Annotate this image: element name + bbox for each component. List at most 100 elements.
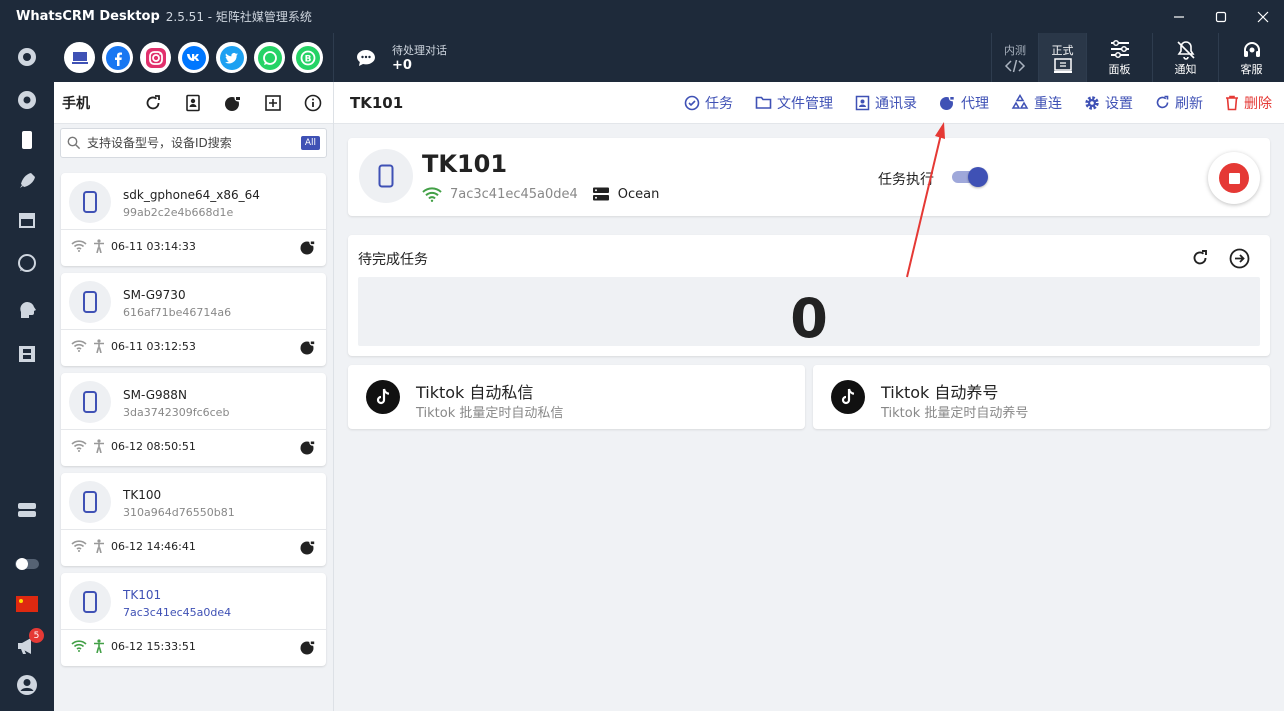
- env-test-button[interactable]: 内测: [991, 33, 1038, 82]
- device-search[interactable]: All: [60, 128, 327, 158]
- settings-label: 设置: [1105, 95, 1133, 112]
- megaphone-icon[interactable]: 5: [12, 628, 44, 661]
- task-tile-nurture[interactable]: Tiktok 自动养号 Tiktok 批量定时自动养号: [813, 365, 1270, 429]
- search-filter-badge[interactable]: All: [300, 136, 320, 150]
- panel-button[interactable]: 面板: [1086, 33, 1152, 82]
- accessibility-icon: [94, 539, 104, 553]
- device-name: TK101: [123, 588, 162, 602]
- device-proxy-icon[interactable]: [300, 639, 316, 655]
- task-button[interactable]: 任务: [684, 93, 733, 113]
- device-search-input[interactable]: [87, 136, 301, 150]
- close-button[interactable]: [1242, 0, 1284, 33]
- check-circle-icon: [684, 95, 700, 110]
- chrome-icon[interactable]: [12, 85, 42, 115]
- refresh-button[interactable]: 刷新: [1155, 93, 1203, 113]
- env-prod-label: 正式: [1051, 43, 1074, 57]
- task-tile-dm[interactable]: Tiktok 自动私信 Tiktok 批量定时自动私信: [348, 365, 805, 429]
- pending-conversations[interactable]: 待处理对话 +0: [354, 33, 447, 82]
- smartphone-icon: [83, 191, 97, 213]
- bell-off-icon: [1176, 40, 1195, 60]
- settings-button[interactable]: 设置: [1084, 93, 1133, 113]
- desktop-icon[interactable]: [64, 42, 95, 73]
- refresh-label: 刷新: [1175, 95, 1203, 112]
- accessibility-online-icon: [94, 639, 104, 653]
- store-icon[interactable]: [12, 205, 42, 235]
- file-manager-button[interactable]: 文件管理: [755, 93, 833, 113]
- task-name: Tiktok 自动养号: [881, 383, 999, 402]
- smartphone-icon: [83, 491, 97, 513]
- device-toolbar-title: TK101: [350, 93, 404, 112]
- stop-button[interactable]: [1208, 152, 1260, 204]
- brain-icon[interactable]: [12, 295, 42, 325]
- env-prod-button[interactable]: 正式: [1038, 33, 1086, 82]
- proxy-globe-icon[interactable]: [213, 94, 253, 112]
- device-last-seen: 06-11 03:14:33: [111, 239, 196, 253]
- vk-icon[interactable]: [178, 42, 209, 73]
- wifi-online-icon: [71, 640, 87, 652]
- device-proxy-icon[interactable]: [300, 239, 316, 255]
- device-card-selected[interactable]: TK101 7ac3c41ec45a0de4 06-12 15:33:51: [61, 573, 326, 666]
- whatsapp-icon[interactable]: [254, 42, 285, 73]
- whatsapp-rail-icon[interactable]: [12, 248, 42, 278]
- info-icon[interactable]: [293, 94, 333, 112]
- maximize-button[interactable]: [1200, 0, 1242, 33]
- delete-button[interactable]: 删除: [1225, 93, 1272, 113]
- sliders-icon: [1110, 39, 1129, 58]
- panel-label: 面板: [1108, 62, 1131, 76]
- film-icon[interactable]: [12, 339, 42, 369]
- refresh-icon[interactable]: [133, 94, 173, 112]
- device-last-seen: 06-12 14:46:41: [111, 539, 196, 553]
- reconnect-button[interactable]: 重连: [1011, 93, 1062, 113]
- device-avatar: [69, 281, 111, 323]
- china-flag-icon[interactable]: [12, 589, 42, 619]
- wifi-icon: [71, 340, 87, 352]
- instagram-icon[interactable]: [140, 42, 171, 73]
- rocket-icon[interactable]: [12, 166, 42, 196]
- service-button[interactable]: 客服: [1218, 33, 1284, 82]
- contacts-button[interactable]: 通讯录: [855, 93, 917, 113]
- phone-icon[interactable]: [12, 125, 42, 155]
- pending-tasks-count: 0: [790, 287, 828, 350]
- device-info-server: Ocean: [617, 186, 660, 202]
- device-proxy-icon[interactable]: [300, 339, 316, 355]
- minimize-button[interactable]: [1158, 0, 1200, 33]
- headset-icon: [1243, 41, 1260, 57]
- pending-tasks-refresh-icon[interactable]: [1191, 249, 1209, 271]
- facebook-icon[interactable]: [102, 42, 133, 73]
- main-content: TK101 任务 文件管理 通讯录 代理 重连 设置 刷新 删除 TK101 7…: [334, 82, 1284, 711]
- annotation-arrow: [906, 122, 945, 278]
- device-info-name: TK101: [422, 150, 508, 178]
- folder-icon: [755, 96, 772, 109]
- device-proxy-icon[interactable]: [300, 539, 316, 555]
- device-card[interactable]: sdk_gphone64_x86_64 99ab2c2e4b668d1e 06-…: [61, 173, 326, 266]
- recycle-icon: [1011, 94, 1029, 109]
- account-icon[interactable]: [12, 670, 42, 700]
- refresh-icon: [1156, 95, 1169, 109]
- notify-button[interactable]: 通知: [1152, 33, 1218, 82]
- server-icon[interactable]: [12, 495, 42, 525]
- device-avatar: [69, 581, 111, 623]
- device-card[interactable]: TK100 310a964d76550b81 06-12 14:46:41: [61, 473, 326, 566]
- twitter-icon[interactable]: [216, 42, 247, 73]
- nav-rail: 5: [0, 33, 54, 711]
- theme-toggle[interactable]: [12, 549, 42, 579]
- whatsapp-business-icon[interactable]: B: [292, 42, 323, 73]
- pending-tasks-open-icon[interactable]: [1229, 248, 1250, 273]
- proxy-button[interactable]: 代理: [939, 93, 989, 113]
- contacts-icon[interactable]: [173, 94, 213, 112]
- task-exec-toggle[interactable]: [950, 167, 988, 187]
- device-card[interactable]: SM-G988N 3da3742309fc6ceb 06-12 08:50:51: [61, 373, 326, 466]
- file-manager-label: 文件管理: [777, 95, 833, 112]
- device-proxy-icon[interactable]: [300, 439, 316, 455]
- tiktok-icon: [831, 380, 865, 414]
- device-avatar: [69, 481, 111, 523]
- device-card[interactable]: SM-G9730 616af71be46714a6 06-11 03:12:53: [61, 273, 326, 366]
- device-id: 7ac3c41ec45a0de4: [123, 606, 232, 619]
- device-avatar: [69, 181, 111, 223]
- wifi-icon: [71, 240, 87, 252]
- device-info-card: TK101 7ac3c41ec45a0de4 Ocean 任务执行: [348, 138, 1270, 216]
- add-box-icon[interactable]: [253, 94, 293, 112]
- chatgpt-icon[interactable]: [12, 42, 42, 72]
- tiktok-icon: [366, 380, 400, 414]
- wifi-icon: [71, 440, 87, 452]
